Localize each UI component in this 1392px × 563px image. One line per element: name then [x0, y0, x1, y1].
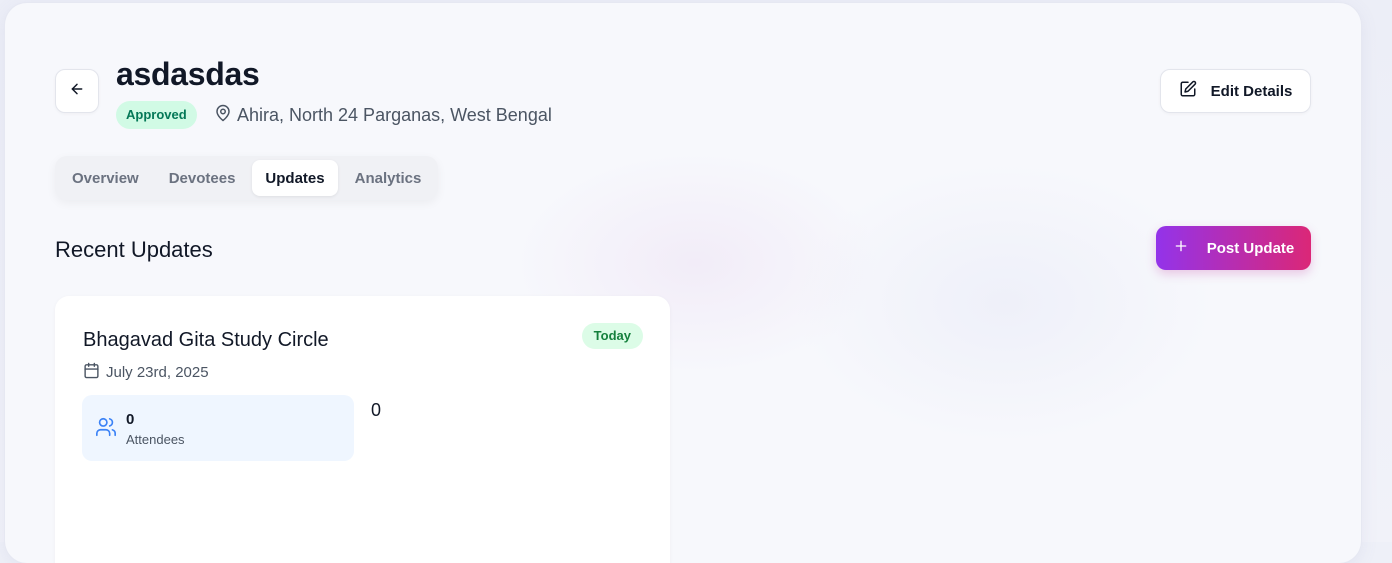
- update-date: July 23rd, 2025: [83, 362, 209, 383]
- update-card[interactable]: Bhagavad Gita Study Circle Today July 23…: [55, 296, 670, 563]
- page-title: asdasdas: [116, 56, 260, 92]
- main-panel: asdasdas Approved Ahira, North 24 Pargan…: [5, 3, 1361, 563]
- extra-value: 0: [371, 400, 382, 420]
- attendees-stat: 0 Attendees: [82, 395, 354, 461]
- tab-analytics[interactable]: Analytics: [342, 160, 435, 196]
- edit-icon: [1179, 80, 1197, 102]
- calendar-icon: [83, 362, 100, 383]
- post-update-label: Post Update: [1206, 239, 1295, 257]
- edit-details-button[interactable]: Edit Details: [1160, 69, 1311, 113]
- tab-devotees[interactable]: Devotees: [156, 160, 249, 196]
- attendees-count: 0: [126, 411, 135, 428]
- app-background: asdasdas Approved Ahira, North 24 Pargan…: [0, 0, 1392, 563]
- location-text: Ahira, North 24 Parganas, West Bengal: [237, 105, 552, 125]
- post-update-button[interactable]: Post Update: [1156, 226, 1311, 270]
- section-title: Recent Updates: [55, 237, 213, 262]
- location: Ahira, North 24 Parganas, West Bengal: [214, 104, 552, 127]
- tab-bar: Overview Devotees Updates Analytics: [55, 156, 439, 200]
- map-pin-icon: [214, 104, 232, 127]
- back-button[interactable]: [55, 69, 99, 113]
- attendees-label: Attendees: [126, 432, 185, 447]
- update-date-text: July 23rd, 2025: [106, 364, 209, 381]
- update-title: Bhagavad Gita Study Circle: [83, 329, 329, 351]
- date-badge: Today: [581, 323, 643, 349]
- plus-icon: [1173, 238, 1189, 258]
- arrow-left-icon: [69, 81, 85, 102]
- tab-updates[interactable]: Updates: [252, 160, 338, 196]
- edit-details-label: Edit Details: [1210, 82, 1293, 100]
- status-badge: Approved: [116, 101, 197, 129]
- users-icon: [95, 416, 117, 443]
- tab-overview[interactable]: Overview: [59, 160, 152, 196]
